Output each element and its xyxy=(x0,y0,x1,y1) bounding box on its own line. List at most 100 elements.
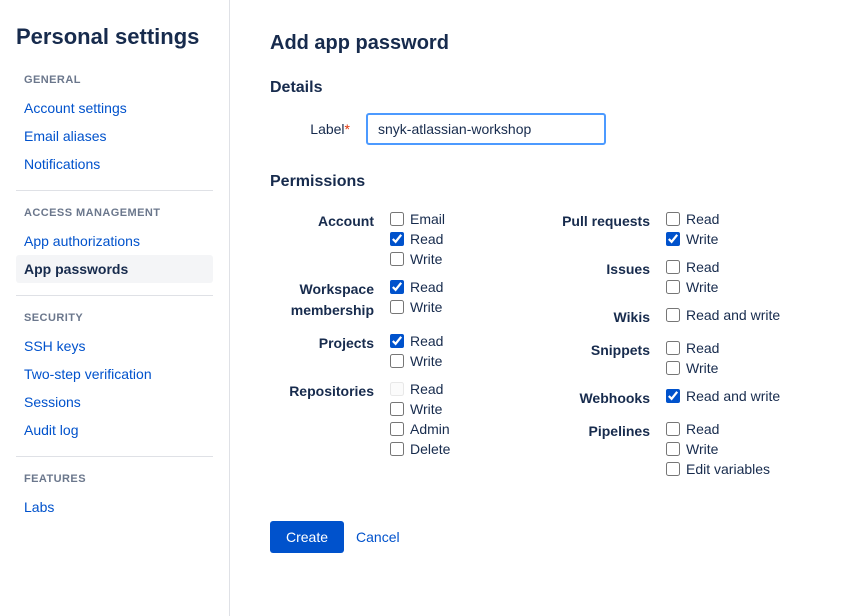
details-section: Details Label* xyxy=(270,79,802,145)
perm-checkbox-1-0[interactable] xyxy=(390,280,404,294)
perm-group-right-4: WebhooksRead and write xyxy=(556,388,802,409)
page-title: Personal settings xyxy=(16,24,213,50)
sidebar-section-label-1: ACCESS MANAGEMENT xyxy=(16,207,213,219)
perm-option-1-0[interactable]: Read xyxy=(390,279,443,295)
main-content: Add app password Details Label* Permissi… xyxy=(230,0,842,616)
perm-checkbox-0-1[interactable] xyxy=(390,232,404,246)
sidebar-item-labs[interactable]: Labs xyxy=(16,493,213,521)
perm-options-1: Read Write xyxy=(390,279,443,315)
sidebar-item-app-passwords[interactable]: App passwords xyxy=(16,255,213,283)
perm-group-right-2: WikisRead and write xyxy=(556,307,802,328)
perm-group-left-3: RepositoriesRead Write Admin Delete xyxy=(270,381,516,457)
perm-name-repositories: Repositories xyxy=(270,381,390,402)
perm-options-right-3: Read Write xyxy=(666,340,719,376)
sidebar-item-email-aliases[interactable]: Email aliases xyxy=(16,122,213,150)
left-permissions: AccountEmailReadWriteWorkspace membershi… xyxy=(270,211,516,489)
perm-name-right-pull-requests: Pull requests xyxy=(556,211,666,232)
perm-checkbox-3-2[interactable] xyxy=(390,422,404,436)
perm-checkbox-2-0[interactable] xyxy=(390,334,404,348)
label-input[interactable] xyxy=(366,113,606,145)
perm-group-right-0: Pull requestsRead Write xyxy=(556,211,802,247)
perm-checkbox-1-1[interactable] xyxy=(390,300,404,314)
perm-checkbox-3-3[interactable] xyxy=(390,442,404,456)
perm-checkbox-right-5-1[interactable] xyxy=(666,442,680,456)
create-button[interactable]: Create xyxy=(270,521,344,553)
perm-checkbox-right-0-1[interactable] xyxy=(666,232,680,246)
sidebar-item-audit-log[interactable]: Audit log xyxy=(16,416,213,444)
perm-options-2: Read Write xyxy=(390,333,443,369)
sidebar: Personal settings GENERAL Account setting… xyxy=(0,0,230,616)
sidebar-item-notifications[interactable]: Notifications xyxy=(16,150,213,178)
cancel-link[interactable]: Cancel xyxy=(356,529,400,545)
sidebar-divider xyxy=(16,295,213,296)
perm-option-right-5-0[interactable]: Read xyxy=(666,421,770,437)
permissions-heading: Permissions xyxy=(270,173,802,191)
perm-option-right-4-0[interactable]: Read and write xyxy=(666,388,780,404)
perm-options-right-0: Read Write xyxy=(666,211,719,247)
perm-options-right-1: Read Write xyxy=(666,259,719,295)
perm-option-right-2-0[interactable]: Read and write xyxy=(666,307,780,323)
perm-option-right-3-0[interactable]: Read xyxy=(666,340,719,356)
perm-option-right-0-0[interactable]: Read xyxy=(666,211,719,227)
perm-checkbox-3-0[interactable] xyxy=(390,382,404,396)
perm-name-right-snippets: Snippets xyxy=(556,340,666,361)
perm-option-0-1[interactable]: Read xyxy=(390,231,445,247)
sidebar-section-label-2: SECURITY xyxy=(16,312,213,324)
sidebar-item-ssh-keys[interactable]: SSH keys xyxy=(16,332,213,360)
perm-checkbox-right-5-2[interactable] xyxy=(666,462,680,476)
sidebar-section-1: ACCESS MANAGEMENT App authorizationsApp p… xyxy=(16,190,213,283)
label-field-label: Label* xyxy=(270,121,350,137)
perm-checkbox-right-3-0[interactable] xyxy=(666,341,680,355)
perm-checkbox-right-4-0[interactable] xyxy=(666,389,680,403)
perm-checkbox-right-2-0[interactable] xyxy=(666,308,680,322)
sidebar-divider xyxy=(16,190,213,191)
perm-options-right-2: Read and write xyxy=(666,307,780,323)
perm-option-right-0-1[interactable]: Write xyxy=(666,231,719,247)
perm-option-1-1[interactable]: Write xyxy=(390,299,443,315)
sidebar-section-label-0: GENERAL xyxy=(16,74,213,86)
perm-options-3: Read Write Admin Delete xyxy=(390,381,450,457)
sidebar-divider xyxy=(16,456,213,457)
perm-checkbox-0-0[interactable] xyxy=(390,212,404,226)
perm-option-0-0[interactable]: Email xyxy=(390,211,445,227)
perm-checkbox-right-1-1[interactable] xyxy=(666,280,680,294)
sidebar-item-sessions[interactable]: Sessions xyxy=(16,388,213,416)
perm-option-3-0[interactable]: Read xyxy=(390,381,450,397)
sidebar-item-two-step-verification[interactable]: Two-step verification xyxy=(16,360,213,388)
perm-checkbox-0-2[interactable] xyxy=(390,252,404,266)
perm-options-right-5: Read Write Edit variables xyxy=(666,421,770,477)
sidebar-item-account-settings[interactable]: Account settings xyxy=(16,94,213,122)
section-title: Add app password xyxy=(270,32,802,55)
perm-name-right-webhooks: Webhooks xyxy=(556,388,666,409)
perm-checkbox-right-5-0[interactable] xyxy=(666,422,680,436)
perm-option-3-2[interactable]: Admin xyxy=(390,421,450,437)
perm-option-right-5-1[interactable]: Write xyxy=(666,441,770,457)
perm-checkbox-2-1[interactable] xyxy=(390,354,404,368)
sidebar-item-app-authorizations[interactable]: App authorizations xyxy=(16,227,213,255)
perm-option-0-2[interactable]: Write xyxy=(390,251,445,267)
perm-name-right-issues: Issues xyxy=(556,259,666,280)
perm-checkbox-right-0-0[interactable] xyxy=(666,212,680,226)
sidebar-section-label-3: FEATURES xyxy=(16,473,213,485)
perm-name-right-wikis: Wikis xyxy=(556,307,666,328)
perm-group-left-0: AccountEmail Read Write xyxy=(270,211,516,267)
details-heading: Details xyxy=(270,79,802,97)
perm-group-right-5: PipelinesReadWriteEdit variables xyxy=(556,421,802,477)
perm-option-3-3[interactable]: Delete xyxy=(390,441,450,457)
perm-checkbox-3-1[interactable] xyxy=(390,402,404,416)
perm-option-right-1-0[interactable]: Read xyxy=(666,259,719,275)
perm-option-3-1[interactable]: Write xyxy=(390,401,450,417)
perm-option-right-3-1[interactable]: Write xyxy=(666,360,719,376)
perm-option-right-1-1[interactable]: Write xyxy=(666,279,719,295)
perm-option-2-0[interactable]: Read xyxy=(390,333,443,349)
perm-checkbox-right-3-1[interactable] xyxy=(666,361,680,375)
perm-option-right-5-2[interactable]: Edit variables xyxy=(666,461,770,477)
footer-actions: Create Cancel xyxy=(270,521,802,553)
perm-group-left-1: Workspace membershipReadWrite xyxy=(270,279,516,321)
perm-name-account: Account xyxy=(270,211,390,232)
right-permissions: Pull requestsReadWriteIssuesReadWriteWik… xyxy=(556,211,802,489)
perm-option-2-1[interactable]: Write xyxy=(390,353,443,369)
perm-checkbox-right-1-0[interactable] xyxy=(666,260,680,274)
permissions-grid: AccountEmailReadWriteWorkspace membershi… xyxy=(270,211,802,489)
page-layout: Personal settings GENERAL Account setting… xyxy=(0,0,842,616)
